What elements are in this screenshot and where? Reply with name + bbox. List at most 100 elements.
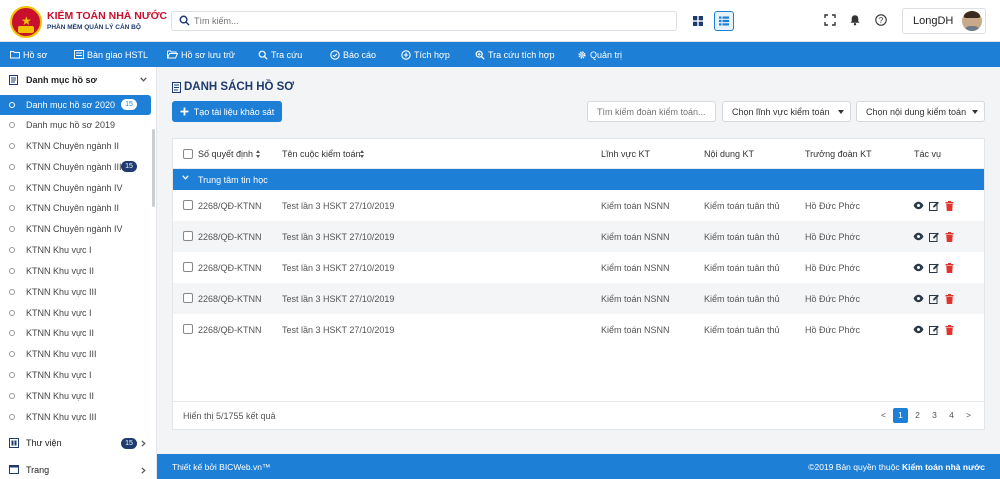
nav-label: Quản trị — [590, 49, 623, 60]
pagination-page[interactable]: 3 — [927, 408, 942, 423]
edit-icon[interactable] — [929, 263, 939, 273]
pagination-next[interactable]: > — [961, 408, 976, 423]
table-row[interactable]: 2268/QĐ-KTNN Test lần 3 HSKT 27/10/2019 … — [173, 190, 984, 221]
sidebar-item[interactable]: KTNN Khu vực II — [0, 386, 151, 406]
cell-audit-name: Test lần 3 HSKT 27/10/2019 — [282, 263, 395, 273]
plus-circle-icon — [401, 49, 411, 60]
table-row[interactable]: 2268/QĐ-KTNN Test lần 3 HSKT 27/10/2019 … — [173, 314, 984, 345]
row-checkbox[interactable] — [183, 262, 193, 272]
sidebar-item-label: KTNN Khu vực I — [26, 370, 92, 380]
row-checkbox[interactable] — [183, 200, 193, 210]
result-info: Hiển thị 5/1755 kết quả — [183, 411, 276, 421]
cell-team-lead: Hồ Đức Phớc — [805, 263, 860, 273]
list-view-button[interactable] — [714, 11, 734, 31]
sidebar-item[interactable]: KTNN Khu vực III — [0, 282, 151, 302]
list-icon — [74, 50, 84, 59]
trash-icon[interactable] — [945, 232, 954, 242]
create-survey-button[interactable]: Tạo tài liệu khảo sát — [172, 101, 282, 122]
pagination-page[interactable]: 2 — [910, 408, 925, 423]
eye-icon[interactable] — [913, 263, 924, 272]
sidebar-item[interactable]: KTNN Khu vực I — [0, 365, 151, 385]
group-row[interactable]: Trung tâm tin học — [173, 169, 984, 190]
pagination-prev[interactable]: < — [876, 408, 891, 423]
fullscreen-icon[interactable] — [824, 14, 836, 26]
audit-field-select[interactable]: Chọn lĩnh vực kiểm toán — [722, 101, 851, 122]
pagination-page[interactable]: 4 — [944, 408, 959, 423]
sidebar-item[interactable]: KTNN Khu vực II — [0, 323, 151, 343]
caret-down-icon — [972, 110, 978, 114]
sidebar-item[interactable]: KTNN Chuyên ngành IV — [0, 178, 151, 198]
cell-team-lead: Hồ Đức Phớc — [805, 294, 860, 304]
grid-view-button[interactable] — [688, 11, 708, 31]
eye-icon[interactable] — [913, 201, 924, 210]
sidebar-item-thu-vien[interactable]: Thư viện 15 — [0, 432, 156, 454]
sidebar-item[interactable]: KTNN Khu vực III — [0, 344, 151, 364]
sidebar-item-trang[interactable]: Trang — [0, 459, 156, 479]
nav-ho-so[interactable]: Hồ sơ — [10, 42, 47, 67]
audit-team-search-input[interactable] — [597, 106, 709, 118]
eye-icon[interactable] — [913, 325, 924, 334]
trash-icon[interactable] — [945, 294, 954, 304]
eye-icon[interactable] — [913, 232, 924, 241]
pagination-page[interactable]: 1 — [893, 408, 908, 423]
audit-content-select[interactable]: Chọn nội dung kiểm toán — [856, 101, 985, 122]
cell-decision-number: 2268/QĐ-KTNN — [198, 294, 262, 304]
sidebar-item[interactable]: KTNN Khu vực III — [0, 407, 151, 427]
sidebar-scrollbar[interactable] — [152, 129, 155, 207]
sidebar-item-label: Danh mục hồ sơ 2019 — [26, 120, 115, 130]
trash-icon[interactable] — [945, 263, 954, 273]
sidebar-item[interactable]: Danh mục hồ sơ 2020 15 — [0, 95, 151, 115]
trash-icon[interactable] — [945, 201, 954, 211]
sidebar-item[interactable]: Danh mục hồ sơ 2019 — [0, 115, 151, 135]
nav-quan-tri[interactable]: Quản trị — [577, 42, 622, 67]
sort-icon[interactable] — [360, 150, 365, 158]
library-icon — [9, 438, 19, 448]
sidebar-item[interactable]: KTNN Khu vực I — [0, 303, 151, 323]
cell-audit-content: Kiểm toán tuân thủ — [704, 294, 780, 304]
user-menu[interactable]: LongDH — [902, 8, 986, 34]
column-header[interactable]: Số quyết định — [198, 149, 253, 159]
trash-icon[interactable] — [945, 325, 954, 335]
nav-bao-cao[interactable]: Báo cáo — [330, 42, 376, 67]
sidebar-item-label: Danh mục hồ sơ 2020 — [26, 100, 115, 110]
eye-icon[interactable] — [913, 294, 924, 303]
row-checkbox[interactable] — [183, 231, 193, 241]
row-checkbox[interactable] — [183, 324, 193, 334]
audit-team-search[interactable] — [587, 101, 716, 122]
column-header[interactable]: Tên cuộc kiểm toán — [282, 149, 361, 159]
logo-emblem[interactable]: ★ — [10, 6, 42, 38]
nav-label: Bàn giao HSTL — [87, 49, 149, 60]
edit-icon[interactable] — [929, 294, 939, 304]
sidebar-item-label: KTNN Chuyên ngành II — [26, 141, 120, 151]
edit-icon[interactable] — [929, 201, 939, 211]
column-header: Lĩnh vực KT — [601, 149, 651, 159]
nav-ho-so-luu-tru[interactable]: Hồ sơ lưu trữ — [167, 42, 235, 67]
nav-ban-giao-hstl[interactable]: Bàn giao HSTL — [74, 42, 148, 67]
sidebar-item[interactable]: KTNN Chuyên ngành II — [0, 198, 151, 218]
sort-icon[interactable] — [256, 150, 261, 158]
table-row[interactable]: 2268/QĐ-KTNN Test lần 3 HSKT 27/10/2019 … — [173, 283, 984, 314]
sidebar-item-label: KTNN Khu vực II — [26, 266, 95, 276]
table-row[interactable]: 2268/QĐ-KTNN Test lần 3 HSKT 27/10/2019 … — [173, 221, 984, 252]
edit-icon[interactable] — [929, 232, 939, 242]
sidebar-item-label: KTNN Khu vực II — [26, 391, 95, 401]
help-icon[interactable]: ? — [875, 14, 887, 26]
sidebar-item[interactable]: KTNN Khu vực I — [0, 240, 151, 260]
sidebar-item[interactable]: KTNN Chuyên ngành II — [0, 136, 151, 156]
nav-tra-cuu-tich-hop[interactable]: Tra cứu tích hợp — [475, 42, 555, 67]
row-checkbox[interactable] — [183, 293, 193, 303]
table-row[interactable]: 2268/QĐ-KTNN Test lần 3 HSKT 27/10/2019 … — [173, 252, 984, 283]
edit-icon[interactable] — [929, 325, 939, 335]
select-all-checkbox[interactable] — [183, 149, 193, 159]
sidebar-item[interactable]: KTNN Chuyên ngành III 15 — [0, 157, 151, 177]
sidebar-item[interactable]: KTNN Chuyên ngành IV — [0, 219, 151, 239]
nav-tra-cuu[interactable]: Tra cứu — [258, 42, 302, 67]
sidebar-item-label: KTNN Chuyên ngành III — [26, 162, 122, 172]
bell-icon[interactable] — [849, 14, 861, 26]
search-box[interactable] — [171, 11, 677, 31]
search-input[interactable] — [194, 14, 664, 28]
sidebar-item[interactable]: KTNN Khu vực II — [0, 261, 151, 281]
nav-label: Báo cáo — [343, 49, 377, 60]
nav-tich-hop[interactable]: Tích hợp — [401, 42, 450, 67]
sidebar-section-danh-muc[interactable]: Danh mục hồ sơ — [0, 67, 156, 92]
